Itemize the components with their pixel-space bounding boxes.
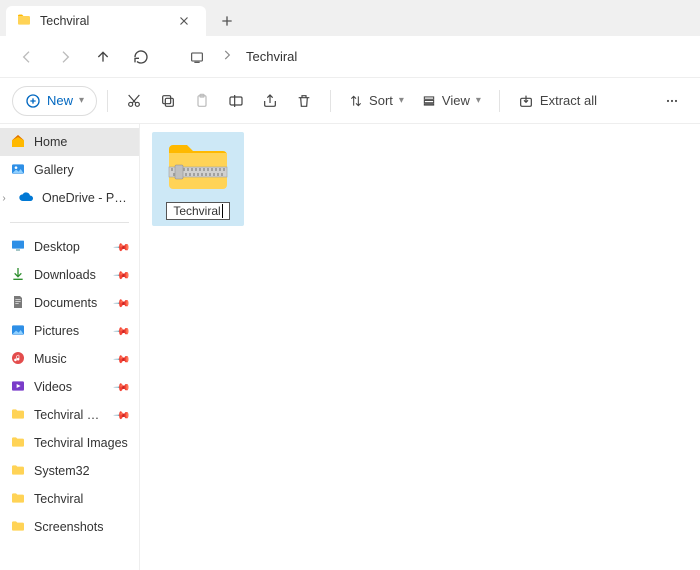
- music-icon: [10, 350, 26, 369]
- pin-icon: 📌: [113, 294, 132, 313]
- navigation-bar: Techviral: [0, 36, 700, 78]
- nav-label: Desktop: [34, 240, 107, 254]
- pin-icon: 📌: [113, 322, 132, 341]
- main-area: Home Gallery › OneDrive - Personal Deskt…: [0, 124, 700, 570]
- separator: [330, 90, 331, 112]
- nav-gallery[interactable]: Gallery: [0, 156, 139, 184]
- extract-label: Extract all: [540, 93, 597, 108]
- pin-icon: 📌: [113, 406, 132, 425]
- nav-downloads[interactable]: Downloads 📌: [0, 261, 139, 289]
- nav-videos[interactable]: Videos 📌: [0, 373, 139, 401]
- zip-folder-icon: [162, 138, 234, 196]
- file-rename-input[interactable]: Techviral: [166, 202, 229, 220]
- nav-folder-techviral[interactable]: Techviral: [0, 485, 139, 513]
- tab-title: Techviral: [40, 14, 164, 28]
- nav-onedrive-label: OneDrive - Personal: [42, 191, 129, 205]
- sort-button[interactable]: Sort ▾: [341, 86, 412, 116]
- more-button[interactable]: [656, 86, 688, 116]
- copy-button[interactable]: [152, 86, 184, 116]
- refresh-button[interactable]: [126, 42, 156, 72]
- content-pane[interactable]: Techviral: [140, 124, 700, 570]
- nav-documents[interactable]: Documents 📌: [0, 289, 139, 317]
- nav-label: Documents: [34, 296, 107, 310]
- nav-quick-access: Desktop 📌 Downloads 📌 Documents 📌 Pictur…: [0, 229, 139, 545]
- nav-home[interactable]: Home: [0, 128, 139, 156]
- separator: [499, 90, 500, 112]
- separator: [107, 90, 108, 112]
- command-toolbar: New ▾ Sort ▾ View ▾ Extract all: [0, 78, 700, 124]
- nav-folder-techviral-docs[interactable]: Techviral Documents 📌: [0, 401, 139, 429]
- pin-icon: 📌: [113, 266, 132, 285]
- nav-label: Screenshots: [34, 520, 129, 534]
- nav-label: Videos: [34, 380, 107, 394]
- forward-button[interactable]: [50, 42, 80, 72]
- breadcrumb-root-icon[interactable]: [182, 42, 212, 72]
- nav-label: Music: [34, 352, 107, 366]
- home-icon: [10, 133, 26, 152]
- close-tab-button[interactable]: [172, 9, 196, 33]
- nav-label: Pictures: [34, 324, 107, 338]
- separator: [10, 222, 129, 223]
- chevron-down-icon: ▾: [476, 95, 481, 106]
- file-item-zip[interactable]: Techviral: [152, 132, 244, 226]
- nav-label: Techviral Documents: [34, 408, 107, 422]
- folder-icon: [16, 12, 32, 31]
- nav-home-label: Home: [34, 135, 129, 149]
- sort-label: Sort: [369, 93, 393, 108]
- file-name-text: Techviral: [173, 204, 220, 218]
- nav-label: Techviral: [34, 492, 129, 506]
- nav-music[interactable]: Music 📌: [0, 345, 139, 373]
- tab-strip: Techviral: [0, 0, 700, 36]
- nav-gallery-label: Gallery: [34, 163, 129, 177]
- breadcrumb-current[interactable]: Techviral: [242, 49, 301, 64]
- new-button-label: New: [47, 93, 73, 108]
- gallery-icon: [10, 161, 26, 180]
- nav-label: System32: [34, 464, 129, 478]
- nav-label: Downloads: [34, 268, 107, 282]
- pin-icon: 📌: [113, 350, 132, 369]
- nav-desktop[interactable]: Desktop 📌: [0, 233, 139, 261]
- tab-active[interactable]: Techviral: [6, 6, 206, 36]
- view-label: View: [442, 93, 470, 108]
- chevron-right-icon[interactable]: ›: [0, 193, 10, 204]
- folder-icon: [10, 406, 26, 425]
- cloud-icon: [18, 189, 34, 208]
- view-button[interactable]: View ▾: [414, 86, 489, 116]
- delete-button[interactable]: [288, 86, 320, 116]
- new-button[interactable]: New ▾: [12, 86, 97, 116]
- up-button[interactable]: [88, 42, 118, 72]
- pin-icon: 📌: [113, 378, 132, 397]
- downloads-icon: [10, 266, 26, 285]
- nav-folder-techviral-images[interactable]: Techviral Images: [0, 429, 139, 457]
- text-cursor: [222, 204, 223, 218]
- nav-pictures[interactable]: Pictures 📌: [0, 317, 139, 345]
- folder-icon: [10, 518, 26, 537]
- folder-icon: [10, 490, 26, 509]
- cut-button[interactable]: [118, 86, 150, 116]
- pictures-icon: [10, 322, 26, 341]
- rename-button[interactable]: [220, 86, 252, 116]
- documents-icon: [10, 294, 26, 313]
- chevron-right-icon: [220, 48, 234, 65]
- pin-icon: 📌: [113, 238, 132, 257]
- nav-folder-system32[interactable]: System32: [0, 457, 139, 485]
- folder-icon: [10, 434, 26, 453]
- share-button[interactable]: [254, 86, 286, 116]
- back-button[interactable]: [12, 42, 42, 72]
- extract-all-button[interactable]: Extract all: [510, 86, 605, 116]
- new-tab-button[interactable]: [212, 6, 242, 36]
- videos-icon: [10, 378, 26, 397]
- navigation-pane: Home Gallery › OneDrive - Personal Deskt…: [0, 124, 140, 570]
- nav-onedrive[interactable]: › OneDrive - Personal: [0, 184, 139, 212]
- paste-button[interactable]: [186, 86, 218, 116]
- folder-icon: [10, 462, 26, 481]
- chevron-down-icon: ▾: [399, 95, 404, 106]
- nav-folder-screenshots[interactable]: Screenshots: [0, 513, 139, 541]
- nav-label: Techviral Images: [34, 436, 129, 450]
- chevron-down-icon: ▾: [79, 95, 84, 106]
- desktop-icon: [10, 238, 26, 257]
